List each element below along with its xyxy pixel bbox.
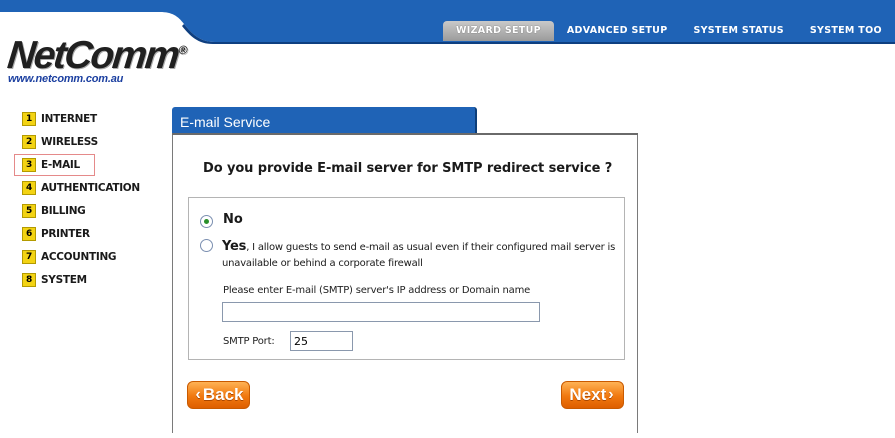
next-button[interactable]: Next › bbox=[561, 381, 624, 409]
step-number: 2 bbox=[22, 134, 36, 149]
tab-system-status[interactable]: SYSTEM STATUS bbox=[680, 21, 796, 41]
nav-item-internet[interactable]: 1 INTERNET bbox=[22, 107, 140, 130]
step-number: 4 bbox=[22, 180, 36, 195]
option-yes-text: Yes, I allow guests to send e-mail as us… bbox=[222, 239, 622, 272]
nav-item-system[interactable]: 8 SYSTEM bbox=[22, 268, 140, 291]
option-yes-label: Yes bbox=[222, 239, 247, 254]
tab-wizard-setup[interactable]: WIZARD SETUP bbox=[443, 21, 554, 41]
smtp-server-label: Please enter E-mail (SMTP) server's IP a… bbox=[223, 285, 531, 296]
nav-item-email[interactable]: 3 E-MAIL bbox=[14, 153, 140, 176]
nav-item-authentication[interactable]: 4 AUTHENTICATION bbox=[22, 176, 140, 199]
smtp-question: Do you provide E-mail server for SMTP re… bbox=[203, 161, 613, 176]
nav-item-label: AUTHENTICATION bbox=[41, 181, 140, 194]
main-tabs: WIZARD SETUP ADVANCED SETUP SYSTEM STATU… bbox=[443, 20, 895, 42]
nav-item-label: BILLING bbox=[41, 204, 86, 217]
nav-item-printer[interactable]: 6 PRINTER bbox=[22, 222, 140, 245]
nav-item-accounting[interactable]: 7 ACCOUNTING bbox=[22, 245, 140, 268]
step-number: 5 bbox=[22, 203, 36, 218]
smtp-server-input[interactable] bbox=[222, 302, 540, 322]
back-button-label: Back bbox=[202, 385, 244, 404]
tab-advanced-setup[interactable]: ADVANCED SETUP bbox=[554, 21, 681, 41]
nav-item-label: INTERNET bbox=[41, 112, 97, 125]
smtp-port-input[interactable] bbox=[290, 331, 353, 351]
nav-item-label: E-MAIL bbox=[41, 158, 80, 171]
nav-item-billing[interactable]: 5 BILLING bbox=[22, 199, 140, 222]
logo-registered-mark: ® bbox=[177, 43, 189, 57]
panel-divider bbox=[172, 133, 638, 135]
step-number: 8 bbox=[22, 272, 36, 287]
option-no-label: No bbox=[223, 212, 243, 227]
nav-item-wireless[interactable]: 2 WIRELESS bbox=[22, 130, 140, 153]
nav-item-label: WIRELESS bbox=[41, 135, 98, 148]
nav-item-label: PRINTER bbox=[41, 227, 90, 240]
next-button-label: Next bbox=[569, 385, 607, 404]
radio-yes[interactable] bbox=[200, 239, 213, 252]
step-number: 7 bbox=[22, 249, 36, 264]
step-number: 6 bbox=[22, 226, 36, 241]
panel-title: E-mail Service bbox=[180, 114, 271, 130]
chevron-left-icon: ‹ bbox=[195, 386, 201, 403]
step-number: 3 bbox=[22, 157, 36, 172]
netcomm-logo: NetComm® www.netcomm.com.au bbox=[5, 30, 188, 85]
smtp-port-label: SMTP Port: bbox=[223, 336, 275, 347]
panel-header: E-mail Service bbox=[172, 107, 477, 133]
tab-system-tools[interactable]: SYSTEM TOO bbox=[797, 21, 895, 41]
chevron-right-icon: › bbox=[608, 386, 614, 403]
nav-item-label: ACCOUNTING bbox=[41, 250, 117, 263]
wizard-step-nav: 1 INTERNET 2 WIRELESS 3 E-MAIL 4 AUTHENTICAT… bbox=[14, 107, 140, 291]
back-button[interactable]: ‹ Back bbox=[187, 381, 250, 409]
radio-no[interactable] bbox=[200, 215, 213, 228]
step-number: 1 bbox=[22, 111, 36, 126]
logo-name: NetComm bbox=[5, 34, 181, 77]
nav-item-label: SYSTEM bbox=[41, 273, 87, 286]
option-yes-description: , I allow guests to send e-mail as usual… bbox=[222, 242, 616, 269]
